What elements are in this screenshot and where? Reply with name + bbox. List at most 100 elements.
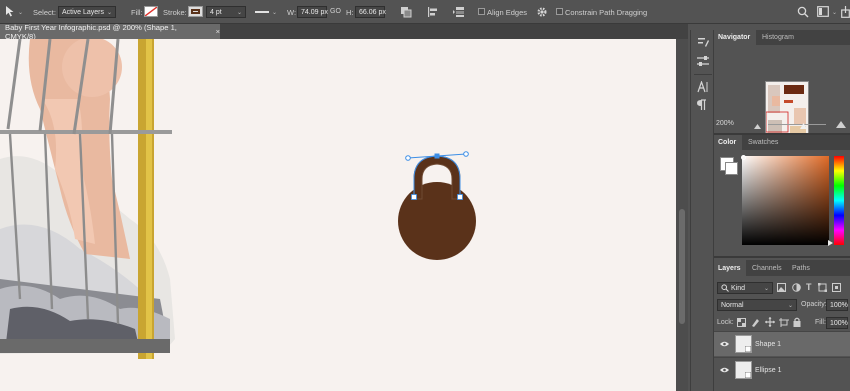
search-icon (721, 284, 729, 292)
select-label: Select: (33, 8, 56, 17)
stroke-width-field[interactable]: 4 pt ⌄ (206, 6, 246, 18)
layer-kind-filter[interactable]: Kind ⌄ (717, 282, 773, 294)
height-label: H: (346, 8, 354, 17)
lock-pixels-icon[interactable] (751, 318, 760, 329)
chevron-down-icon: ⌄ (106, 9, 112, 16)
filter-pixel-icon[interactable] (777, 283, 786, 294)
fill-field[interactable]: 100% (826, 317, 848, 329)
filter-type-icon[interactable]: T (806, 282, 812, 292)
blend-mode-dropdown[interactable]: Normal ⌄ (717, 299, 797, 311)
layers-tabs: Layers Channels Paths (714, 260, 850, 276)
fill-label: Fill: (815, 319, 826, 326)
tab-channels[interactable]: Channels (748, 260, 786, 276)
document-tab-bar: Baby First Year Infographic.psd @ 200% (… (0, 22, 688, 41)
document-tab-title: Baby First Year Infographic.psd @ 200% (… (5, 22, 177, 41)
align-edges-label: Align Edges (487, 8, 528, 17)
background-color-swatch[interactable] (725, 162, 738, 175)
constrain-path-dragging-checkbox[interactable] (556, 8, 563, 15)
zoom-slider[interactable] (768, 124, 826, 125)
fill-swatch[interactable] (144, 6, 158, 17)
path-operations-icon[interactable] (400, 6, 412, 20)
filter-adjustment-icon[interactable] (792, 283, 801, 294)
width-field[interactable]: 74.09 px (297, 6, 328, 18)
character-icon[interactable] (697, 80, 709, 96)
color-tabs: Color Swatches (714, 135, 850, 150)
hue-slider[interactable] (834, 156, 844, 245)
tab-swatches[interactable]: Swatches (744, 135, 782, 150)
stroke-swatch[interactable] (188, 6, 203, 17)
layer-name[interactable]: Ellipse 1 (755, 367, 781, 374)
select-dropdown[interactable]: Active Layers ⌄ (58, 6, 116, 18)
path-alignment-icon[interactable] (427, 6, 439, 20)
zoom-slider-handle[interactable] (800, 122, 807, 131)
right-panels: Navigator Histogram 200% Color Swatches (714, 30, 850, 391)
chevron-down-icon: ⌄ (763, 285, 769, 292)
adjustments-icon[interactable] (697, 55, 709, 70)
zoom-out-icon[interactable] (754, 122, 761, 131)
workspace-chevron-icon[interactable]: ⌄ (832, 9, 837, 16)
tab-color[interactable]: Color (714, 135, 742, 150)
ellipse-shape[interactable] (398, 182, 476, 260)
width-label: W: (287, 8, 297, 17)
workspace-icon[interactable] (817, 6, 829, 19)
search-icon[interactable] (797, 6, 809, 20)
gear-icon[interactable] (536, 6, 548, 20)
layer-thumbnail (735, 335, 752, 353)
properties-icon[interactable] (697, 36, 709, 51)
canvas-artwork (0, 39, 476, 391)
zoom-in-icon[interactable] (836, 121, 846, 130)
align-edges-checkbox[interactable] (478, 8, 485, 15)
fill-value: 100% (830, 319, 848, 327)
visibility-eye-icon[interactable] (720, 366, 729, 375)
filter-smart-object-icon[interactable] (832, 283, 841, 294)
color-picker-handle[interactable] (741, 155, 746, 160)
fill-label: Fill: (131, 8, 143, 17)
tab-layers[interactable]: Layers (714, 260, 746, 276)
path-selection-tool-icon[interactable] (5, 6, 15, 20)
color-field[interactable] (742, 156, 829, 245)
vertical-scrollbar[interactable] (676, 39, 688, 391)
layer-row-shape-1[interactable]: Shape 1 (714, 331, 850, 356)
height-field[interactable]: 66.06 px (355, 6, 386, 18)
zoom-value[interactable]: 200% (716, 120, 734, 127)
kind-label: Kind (731, 284, 746, 292)
filter-shape-icon[interactable] (818, 283, 827, 294)
paragraph-icon[interactable] (697, 99, 707, 114)
hue-slider-arrow-icon[interactable] (828, 239, 833, 248)
layer-thumbnail (735, 361, 752, 379)
tab-navigator[interactable]: Navigator (714, 30, 756, 45)
stroke-type-dropdown[interactable]: ⌄ (252, 6, 280, 18)
link-icon[interactable]: GO (330, 8, 341, 15)
lock-artboard-icon[interactable] (779, 318, 789, 329)
tab-paths[interactable]: Paths (788, 260, 814, 276)
document-canvas[interactable] (0, 39, 676, 391)
chevron-down-icon: ⌄ (236, 9, 242, 16)
stroke-width-value: 4 pt (210, 8, 222, 16)
opacity-label: Opacity: (801, 301, 827, 308)
select-value: Active Layers (62, 8, 105, 16)
lock-position-icon[interactable] (765, 317, 775, 329)
height-value: 66.06 px (359, 8, 386, 16)
width-value: 74.09 px (301, 8, 328, 16)
share-icon[interactable] (841, 6, 850, 20)
document-tab[interactable]: Baby First Year Infographic.psd @ 200% (… (0, 22, 220, 41)
tool-preset-chevron-icon[interactable]: ⌄ (18, 9, 23, 16)
chevron-down-icon: ⌄ (271, 9, 277, 16)
options-bar: ⌄ Select: Active Layers ⌄ Fill: Stroke: … (0, 0, 850, 24)
chevron-down-icon: ⌄ (787, 302, 793, 309)
opacity-field[interactable]: 100% (826, 299, 848, 311)
constrain-path-dragging-label: Constrain Path Dragging (565, 8, 648, 17)
blend-mode-value: Normal (721, 301, 744, 309)
close-icon[interactable]: × (216, 27, 220, 36)
layer-row-ellipse-1[interactable]: Ellipse 1 (714, 357, 850, 382)
opacity-value: 100% (830, 301, 848, 309)
scrollbar-thumb[interactable] (679, 209, 685, 324)
lock-all-icon[interactable] (793, 317, 801, 329)
visibility-eye-icon[interactable] (720, 340, 729, 349)
tab-histogram[interactable]: Histogram (758, 30, 802, 45)
lock-transparent-icon[interactable] (737, 318, 746, 329)
divider (694, 74, 712, 75)
layer-name[interactable]: Shape 1 (755, 341, 781, 348)
path-arrangement-icon[interactable] (453, 6, 467, 20)
navigator-tabs: Navigator Histogram (714, 30, 850, 45)
